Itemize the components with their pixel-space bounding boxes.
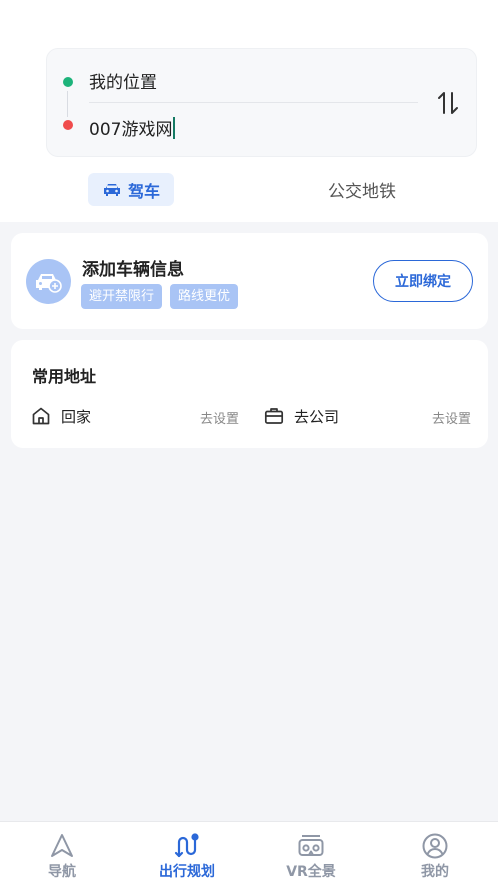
vr-headset-icon bbox=[298, 835, 324, 856]
tab-drive[interactable]: 驾车 bbox=[88, 173, 174, 206]
navigation-arrow-icon bbox=[51, 834, 73, 857]
common-address-title: 常用地址 bbox=[32, 367, 97, 386]
nav-label-navigation: 导航 bbox=[48, 864, 76, 880]
common-address-card: 常用地址 回家 去设置 去公司 去设置 bbox=[11, 340, 488, 448]
swap-arrows-icon bbox=[438, 92, 458, 114]
work-label: 去公司 bbox=[294, 407, 340, 426]
tag-better-route: 路线更优 bbox=[170, 284, 239, 309]
nav-item-navigation[interactable]: 导航 bbox=[22, 832, 102, 881]
start-location-text: 我的位置 bbox=[89, 73, 157, 93]
start-location-field[interactable]: 我的位置 bbox=[89, 68, 157, 93]
nav-item-profile[interactable]: 我的 bbox=[395, 832, 475, 881]
briefcase-icon bbox=[264, 408, 284, 424]
destination-text: 007游戏网 bbox=[89, 120, 173, 140]
nav-label-vr-panorama: VR全景 bbox=[286, 864, 336, 880]
car-add-icon bbox=[35, 273, 62, 293]
route-input-box: 我的位置 007游戏网 bbox=[46, 48, 477, 157]
nav-item-vr-panorama[interactable]: VR全景 bbox=[271, 832, 351, 881]
swap-button[interactable] bbox=[434, 89, 462, 117]
home-address-item[interactable]: 回家 bbox=[31, 404, 91, 428]
tab-transit[interactable]: 公交地铁 bbox=[318, 173, 406, 206]
nav-label-trip-planning: 出行规划 bbox=[159, 864, 215, 880]
vehicle-card-title: 添加车辆信息 bbox=[82, 260, 184, 280]
end-dot-icon bbox=[63, 120, 73, 130]
route-connector bbox=[67, 91, 68, 117]
route-planning-screen: 我的位置 007游戏网 驾车 公交地铁 添加车辆信息 避开禁限行 路线更优 立即… bbox=[0, 0, 498, 887]
tab-transit-label: 公交地铁 bbox=[328, 182, 396, 202]
car-add-avatar bbox=[26, 259, 71, 304]
start-dot-icon bbox=[63, 77, 73, 87]
bottom-navigation: 导航 出行规划 VR全景 我的 bbox=[0, 821, 498, 887]
home-icon bbox=[32, 407, 50, 425]
home-set-link[interactable]: 去设置 bbox=[200, 408, 239, 427]
user-avatar-icon bbox=[422, 833, 448, 859]
text-caret bbox=[173, 117, 176, 139]
bind-now-button[interactable]: 立即绑定 bbox=[373, 260, 473, 302]
route-divider bbox=[89, 102, 418, 103]
nav-item-trip-planning[interactable]: 出行规划 bbox=[147, 832, 227, 881]
travel-mode-tabs: 驾车 公交地铁 bbox=[0, 172, 498, 208]
home-label: 回家 bbox=[61, 407, 92, 426]
work-address-item[interactable]: 去公司 bbox=[264, 404, 339, 428]
destination-field[interactable]: 007游戏网 bbox=[89, 115, 176, 140]
car-icon bbox=[103, 183, 120, 196]
tab-drive-label: 驾车 bbox=[127, 181, 160, 201]
top-panel: 我的位置 007游戏网 驾车 公交地铁 bbox=[0, 0, 498, 222]
route-planning-icon bbox=[174, 833, 199, 858]
vehicle-info-card: 添加车辆信息 避开禁限行 路线更优 立即绑定 bbox=[11, 233, 488, 329]
work-set-link[interactable]: 去设置 bbox=[432, 408, 471, 427]
nav-label-profile: 我的 bbox=[421, 864, 449, 880]
tag-avoid-restriction: 避开禁限行 bbox=[81, 284, 163, 309]
